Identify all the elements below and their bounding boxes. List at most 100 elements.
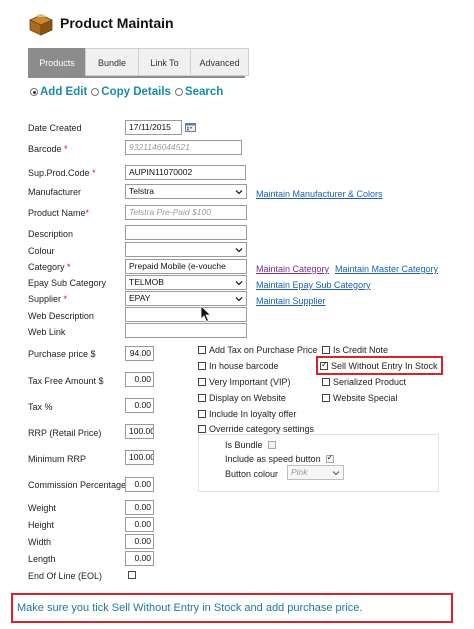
option-website-special[interactable]: Website Special bbox=[322, 393, 397, 403]
commission-percentage-label: Commission Percentage bbox=[28, 480, 127, 490]
vip-checkbox[interactable] bbox=[198, 378, 206, 386]
vip-label: Very Important (VIP) bbox=[209, 377, 291, 387]
length-input[interactable]: 0.00 bbox=[125, 551, 154, 566]
speed-button-checkbox[interactable] bbox=[325, 453, 334, 463]
purchase-price-label: Purchase price $ bbox=[28, 349, 96, 359]
mode-copy-details-label: Copy Details bbox=[101, 86, 171, 98]
tax-pct-input[interactable]: 0.00 bbox=[125, 398, 154, 413]
mode-copy-details[interactable]: Copy Details bbox=[91, 86, 171, 98]
sup-prod-code-input[interactable]: AUPIN11070002 bbox=[125, 165, 246, 180]
end-of-line-checkbox[interactable] bbox=[128, 571, 136, 579]
radio-search[interactable] bbox=[174, 88, 183, 96]
weight-label: Weight bbox=[28, 503, 56, 513]
web-link-input[interactable] bbox=[125, 323, 247, 338]
is-bundle-checkbox[interactable] bbox=[267, 441, 276, 449]
maintain-epay-sub-category-link[interactable]: Maintain Epay Sub Category bbox=[256, 280, 371, 290]
option-add-tax-on-purchase-price[interactable]: Add Tax on Purchase Price bbox=[198, 345, 317, 355]
in-house-barcode-checkbox[interactable] bbox=[198, 362, 206, 370]
chevron-down-icon bbox=[332, 471, 340, 476]
in-house-barcode-label: In house barcode bbox=[209, 361, 279, 371]
option-include-as-speed-button[interactable]: Include as speed button bbox=[225, 453, 337, 464]
override-category-label: Override category settings bbox=[209, 424, 315, 434]
supplier-label: Supplier * bbox=[28, 294, 68, 304]
category-value: Prepaid Mobile (e-vouche bbox=[129, 261, 226, 271]
button-colour-label: Button colour bbox=[225, 469, 279, 479]
manufacturer-label: Manufacturer bbox=[28, 187, 82, 197]
website-special-checkbox[interactable] bbox=[322, 394, 330, 402]
date-created-input[interactable]: 17/11/2015 bbox=[125, 120, 182, 135]
tax-free-amount-input[interactable]: 0.00 bbox=[125, 372, 154, 387]
is-bundle-label: Is Bundle bbox=[225, 440, 263, 450]
purchase-price-input[interactable]: 94.00 bbox=[125, 346, 154, 361]
sup-prod-code-label: Sup.Prod.Code * bbox=[28, 168, 96, 178]
tab-link-to[interactable]: Link To bbox=[138, 48, 191, 76]
serialized-product-checkbox[interactable] bbox=[322, 378, 330, 386]
option-in-house-barcode[interactable]: In house barcode bbox=[198, 361, 279, 371]
mouse-cursor-icon bbox=[200, 305, 212, 323]
sell-without-entry-label: Sell Without Entry In Stock bbox=[331, 361, 438, 371]
mode-add-edit[interactable]: Add Edit bbox=[30, 86, 87, 98]
loyalty-offer-checkbox[interactable] bbox=[198, 410, 206, 418]
tax-pct-label: Tax % bbox=[28, 402, 53, 412]
category-label: Category * bbox=[28, 262, 71, 272]
maintain-manufacturer-link[interactable]: Maintain Manufacturer & Colors bbox=[256, 189, 383, 199]
commission-percentage-input[interactable]: 0.00 bbox=[125, 477, 154, 492]
category-select[interactable]: Prepaid Mobile (e-vouche bbox=[125, 259, 247, 274]
button-colour-value: Pink bbox=[291, 467, 308, 477]
web-link-label: Web Link bbox=[28, 327, 66, 337]
calendar-icon[interactable] bbox=[185, 122, 196, 132]
sell-without-entry-checkbox[interactable] bbox=[320, 360, 328, 370]
rrp-label: RRP (Retail Price) bbox=[28, 428, 102, 438]
height-input[interactable]: 0.00 bbox=[125, 517, 154, 532]
maintain-supplier-link[interactable]: Maintain Supplier bbox=[256, 296, 326, 306]
minimum-rrp-label: Minimum RRP bbox=[28, 454, 87, 464]
option-sell-without-entry-in-stock[interactable]: Sell Without Entry In Stock bbox=[320, 360, 438, 371]
option-serialized-product[interactable]: Serialized Product bbox=[322, 377, 406, 387]
is-credit-note-checkbox[interactable] bbox=[322, 346, 330, 354]
option-very-important[interactable]: Very Important (VIP) bbox=[198, 377, 291, 387]
manufacturer-select[interactable]: Telstra bbox=[125, 184, 247, 199]
is-credit-note-label: Is Credit Note bbox=[333, 345, 389, 355]
tab-bundle[interactable]: Bundle bbox=[85, 48, 139, 76]
epay-sub-category-label: Epay Sub Category bbox=[28, 278, 107, 288]
display-on-website-checkbox[interactable] bbox=[198, 394, 206, 402]
colour-label: Colour bbox=[28, 246, 55, 256]
option-is-bundle[interactable]: Is Bundle bbox=[225, 440, 279, 450]
chevron-down-icon bbox=[235, 190, 243, 195]
option-display-on-website[interactable]: Display on Website bbox=[198, 393, 286, 403]
date-created-label: Date Created bbox=[28, 123, 82, 133]
epay-sub-category-value: TELMOB bbox=[129, 277, 164, 287]
description-input[interactable] bbox=[125, 225, 247, 240]
end-of-line-label: End Of Line (EOL) bbox=[28, 571, 103, 581]
button-colour-select[interactable]: Pink bbox=[287, 465, 344, 480]
maintain-category-link[interactable]: Maintain Category bbox=[256, 264, 329, 274]
maintain-master-category-link[interactable]: Maintain Master Category bbox=[335, 264, 438, 274]
epay-sub-category-select[interactable]: TELMOB bbox=[125, 275, 247, 290]
barcode-input[interactable]: 9321146044521 bbox=[125, 140, 242, 155]
minimum-rrp-input[interactable]: 100.00 bbox=[125, 450, 154, 465]
speed-button-label: Include as speed button bbox=[225, 454, 321, 464]
web-description-input[interactable] bbox=[125, 307, 247, 322]
chevron-down-icon bbox=[235, 297, 243, 302]
width-input[interactable]: 0.00 bbox=[125, 534, 154, 549]
override-category-checkbox[interactable] bbox=[198, 425, 206, 433]
tab-products[interactable]: Products bbox=[28, 48, 86, 76]
weight-input[interactable]: 0.00 bbox=[125, 500, 154, 515]
add-tax-checkbox[interactable] bbox=[198, 346, 206, 354]
tab-underline bbox=[28, 76, 245, 78]
mode-search[interactable]: Search bbox=[174, 86, 223, 98]
radio-add-edit[interactable] bbox=[30, 88, 38, 96]
option-include-in-loyalty-offer[interactable]: Include In loyalty offer bbox=[198, 409, 296, 419]
product-name-input[interactable]: Telstra Pre-Paid $100 bbox=[125, 205, 247, 220]
colour-select[interactable] bbox=[125, 242, 247, 257]
length-label: Length bbox=[28, 554, 56, 564]
supplier-select[interactable]: EPAY bbox=[125, 291, 247, 306]
radio-copy-details[interactable] bbox=[91, 88, 100, 96]
loyalty-offer-label: Include In loyalty offer bbox=[209, 409, 297, 419]
width-label: Width bbox=[28, 537, 52, 547]
tab-advanced[interactable]: Advanced bbox=[190, 48, 249, 76]
rrp-input[interactable]: 100.00 bbox=[125, 424, 154, 439]
option-is-credit-note[interactable]: Is Credit Note bbox=[322, 345, 388, 355]
option-override-category-settings[interactable]: Override category settings bbox=[198, 424, 314, 434]
mode-selector: Add Edit Copy Details Search bbox=[30, 86, 227, 98]
